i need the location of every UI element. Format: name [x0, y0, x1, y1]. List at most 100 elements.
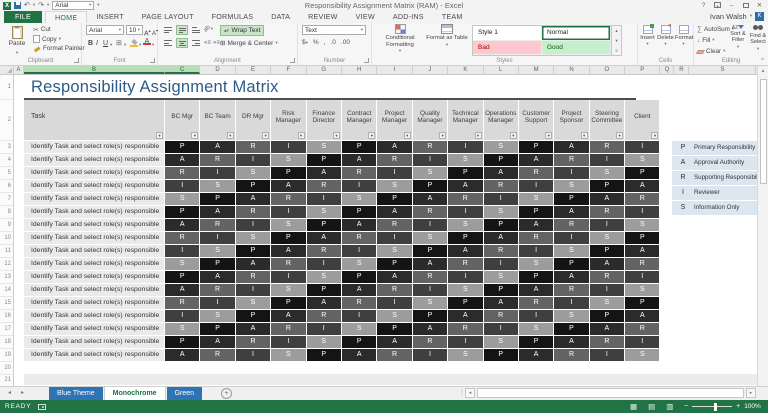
- matrix-cell[interactable]: R: [377, 349, 411, 361]
- ribbon-tab-formulas[interactable]: FORMULAS: [203, 11, 263, 23]
- style-style1[interactable]: Style 1: [473, 26, 542, 41]
- underline-button[interactable]: U: [103, 39, 108, 48]
- clipboard-dialog-launcher-icon[interactable]: [74, 58, 79, 63]
- matrix-cell[interactable]: S: [625, 154, 659, 166]
- matrix-cell[interactable]: I: [519, 245, 553, 257]
- decrease-indent-icon[interactable]: «≡: [204, 40, 211, 46]
- matrix-cell[interactable]: S: [200, 180, 234, 192]
- zoom-level[interactable]: 100%: [744, 403, 761, 410]
- matrix-cell[interactable]: I: [307, 258, 341, 270]
- sheet-tab-monochrome[interactable]: Monochrome: [104, 387, 166, 400]
- matrix-cell[interactable]: S: [448, 349, 482, 361]
- matrix-cell[interactable]: R: [554, 219, 588, 231]
- matrix-cell[interactable]: S: [271, 219, 305, 231]
- matrix-cell[interactable]: R: [165, 297, 199, 309]
- chevron-down-icon[interactable]: ▾: [139, 42, 141, 48]
- filter-dropdown-icon[interactable]: ▾: [616, 132, 623, 139]
- task-cell[interactable]: Identify Task and select role(s) respons…: [24, 193, 164, 205]
- matrix-cell[interactable]: P: [625, 297, 659, 309]
- matrix-cell[interactable]: I: [554, 232, 588, 244]
- matrix-cell[interactable]: R: [377, 219, 411, 231]
- matrix-cell[interactable]: P: [625, 167, 659, 179]
- matrix-cell[interactable]: R: [519, 167, 553, 179]
- matrix-cell[interactable]: I: [625, 271, 659, 283]
- matrix-cell[interactable]: R: [236, 141, 270, 153]
- delete-button[interactable]: Delete ▾: [657, 25, 674, 47]
- matrix-cell[interactable]: A: [519, 349, 553, 361]
- matrix-cell[interactable]: R: [590, 206, 624, 218]
- matrix-cell[interactable]: A: [271, 310, 305, 322]
- zoom-out-icon[interactable]: −: [684, 400, 688, 413]
- matrix-cell[interactable]: I: [590, 154, 624, 166]
- bottom-align-icon[interactable]: [190, 25, 202, 35]
- matrix-cell[interactable]: P: [554, 323, 588, 335]
- matrix-cell[interactable]: P: [342, 141, 376, 153]
- matrix-cell[interactable]: S: [236, 232, 270, 244]
- zoom-slider[interactable]: [692, 406, 732, 407]
- filter-dropdown-icon[interactable]: ▾: [545, 132, 552, 139]
- borders-button[interactable]: ⊞: [116, 39, 122, 48]
- row-header-6[interactable]: 6: [0, 180, 13, 193]
- matrix-cell[interactable]: P: [307, 349, 341, 361]
- accounting-format-icon[interactable]: $▾: [302, 39, 308, 46]
- matrix-cell[interactable]: A: [236, 193, 270, 205]
- matrix-cell[interactable]: A: [307, 297, 341, 309]
- row-header-21[interactable]: 21: [0, 375, 13, 386]
- filter-dropdown-icon[interactable]: ▾: [191, 132, 198, 139]
- format-painter-button[interactable]: Format Painter: [33, 44, 85, 54]
- matrix-cell[interactable]: P: [200, 193, 234, 205]
- matrix-cell[interactable]: R: [342, 232, 376, 244]
- ribbon-tab-page-layout[interactable]: PAGE LAYOUT: [133, 11, 203, 23]
- row-header-14[interactable]: 14: [0, 284, 13, 297]
- align-left-icon[interactable]: [162, 38, 174, 48]
- save-icon[interactable]: [14, 2, 21, 9]
- font-dialog-launcher-icon[interactable]: [150, 58, 155, 63]
- matrix-cell[interactable]: I: [413, 349, 447, 361]
- middle-align-icon[interactable]: [176, 25, 188, 35]
- ribbon-display-options-icon[interactable]: ▴: [711, 1, 724, 10]
- matrix-cell[interactable]: A: [413, 323, 447, 335]
- matrix-cell[interactable]: S: [165, 323, 199, 335]
- matrix-cell[interactable]: A: [377, 206, 411, 218]
- matrix-cell[interactable]: P: [165, 206, 199, 218]
- matrix-cell[interactable]: S: [342, 323, 376, 335]
- row-header-11[interactable]: 11: [0, 245, 13, 258]
- comma-style-icon[interactable]: ,: [324, 39, 326, 46]
- scroll-up-icon[interactable]: ▴: [758, 66, 768, 76]
- task-cell[interactable]: Identify Task and select role(s) respons…: [24, 245, 164, 257]
- number-dialog-launcher-icon[interactable]: [364, 58, 369, 63]
- matrix-cell[interactable]: P: [307, 154, 341, 166]
- matrix-cell[interactable]: I: [200, 297, 234, 309]
- matrix-cell[interactable]: S: [271, 284, 305, 296]
- matrix-cell[interactable]: I: [519, 180, 553, 192]
- matrix-cell[interactable]: P: [342, 271, 376, 283]
- matrix-cell[interactable]: S: [484, 271, 518, 283]
- matrix-cell[interactable]: S: [165, 193, 199, 205]
- bold-button[interactable]: B: [88, 39, 93, 48]
- column-header-J[interactable]: J: [413, 66, 448, 74]
- matrix-cell[interactable]: S: [236, 167, 270, 179]
- matrix-cell[interactable]: S: [625, 349, 659, 361]
- matrix-cell[interactable]: R: [590, 336, 624, 348]
- matrix-cell[interactable]: S: [307, 206, 341, 218]
- matrix-cell[interactable]: R: [377, 284, 411, 296]
- matrix-cell[interactable]: S: [484, 206, 518, 218]
- matrix-cell[interactable]: A: [590, 258, 624, 270]
- matrix-cell[interactable]: P: [307, 284, 341, 296]
- task-cell[interactable]: Identify Task and select role(s) respons…: [24, 180, 164, 192]
- avatar[interactable]: K: [755, 12, 764, 21]
- column-header-A[interactable]: A: [14, 66, 24, 74]
- column-header-E[interactable]: E: [236, 66, 271, 74]
- matrix-cell[interactable]: R: [484, 180, 518, 192]
- matrix-cell[interactable]: P: [413, 245, 447, 257]
- vertical-scroll-thumb[interactable]: [760, 79, 767, 184]
- matrix-cell[interactable]: A: [413, 193, 447, 205]
- matrix-cell[interactable]: P: [413, 310, 447, 322]
- filter-dropdown-icon[interactable]: ▾: [262, 132, 269, 139]
- collapse-ribbon-icon[interactable]: ^: [761, 58, 764, 64]
- matrix-cell[interactable]: A: [377, 141, 411, 153]
- matrix-cell[interactable]: I: [236, 219, 270, 231]
- row-header-13[interactable]: 13: [0, 271, 13, 284]
- matrix-cell[interactable]: R: [554, 154, 588, 166]
- style-good[interactable]: Good: [542, 41, 611, 56]
